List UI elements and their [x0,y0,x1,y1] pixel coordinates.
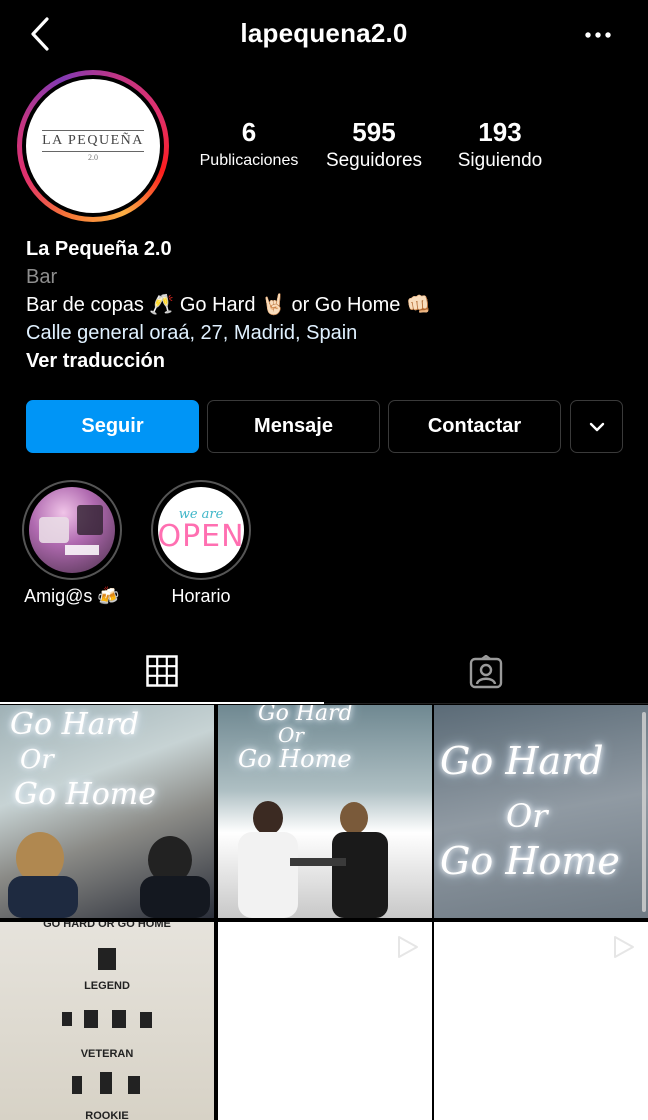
profile-bio: La Pequeña 2.0 Bar Bar de copas 🥂 Go Har… [26,235,626,375]
post-people-image [8,832,210,918]
neon-line: Go Hard [258,705,353,726]
bio-category: Bar [26,266,58,288]
bio-text: Bar de copas 🥂 Go Hard 🤘🏻 or Go Home 👊🏻 [26,294,431,316]
highlight-friends-image [29,487,115,573]
profile-tabs [0,640,648,704]
post-thumbnail[interactable] [434,922,648,1120]
see-translation-link[interactable]: Ver traducción [26,347,626,375]
tagged-person-icon [469,654,503,688]
neon-line: Go Home [238,745,352,773]
bio-name: La Pequeña 2.0 [26,238,172,260]
highlight-friends[interactable]: Amig@s 🍻 [22,480,122,607]
following-label: Siguiendo [457,150,543,171]
friends-photo-icon [39,505,103,555]
post-thumbnail[interactable]: Go Hard Or Go Home [218,705,432,918]
neon-line: Go Home [14,777,156,812]
suggested-accounts-button[interactable] [570,400,623,453]
post-thumbnail[interactable] [218,922,432,1120]
poster-glasses-image [62,948,152,1094]
highlight-ring: we are OPEN [151,480,251,580]
highlight-friends-label: Amig@s 🍻 [24,586,120,606]
avatar-gap: LA PEQUEÑA 2.0 [22,75,164,217]
avatar-logo-sub: 2.0 [88,153,98,162]
contact-button[interactable]: Contactar [388,400,561,453]
profile-stats: 6 Publicaciones 595 Seguidores 193 Sigui… [190,116,560,176]
tab-posts[interactable] [0,640,324,704]
follow-button[interactable]: Seguir [26,400,199,453]
post-thumbnail[interactable]: Go Hard Or Go Home [0,705,214,918]
neon-line: Go Hard [440,739,604,783]
post-thumbnail[interactable]: Go Hard Or Go Home [434,705,648,918]
avatar-story-ring: LA PEQUEÑA 2.0 [17,70,169,222]
neon-line: Go Home [440,839,620,883]
stat-following[interactable]: 193 Siguiendo [442,116,558,174]
top-bar: lapequena2.0 [0,0,648,72]
highlight-ring [22,480,122,580]
neon-line: Or [20,745,54,775]
video-icon [398,936,418,958]
scrollbar[interactable] [642,712,646,912]
following-count: 193 [478,117,522,147]
chevron-down-icon [589,422,604,431]
highlight-hours[interactable]: we are OPEN Horario [151,480,251,607]
open-text: OPEN [158,518,244,554]
stat-followers[interactable]: 595 Seguidores [316,116,432,174]
neon-line: Go Hard [10,707,140,742]
avatar[interactable]: LA PEQUEÑA 2.0 [26,79,160,213]
more-horizontal-icon [585,32,611,38]
publications-label: Publicaciones [199,152,299,169]
neon-line: Or [278,723,304,747]
highlight-hours-image: we are OPEN [158,487,244,573]
video-icon [614,936,634,958]
message-button[interactable]: Mensaje [207,400,380,453]
more-options-button[interactable] [578,20,618,50]
post-people-image [238,801,388,918]
posts-grid: Go Hard Or Go Home Go Hard Or Go Home Go… [0,705,648,1120]
followers-label: Seguidores [325,150,423,171]
publications-count: 6 [241,117,257,147]
profile-username: lapequena2.0 [240,18,408,48]
stat-publications[interactable]: 6 Publicaciones [190,116,308,174]
neon-line: Or [506,797,548,835]
followers-count: 595 [352,117,396,147]
avatar-logo-text: LA PEQUEÑA [42,130,144,152]
bio-address-link[interactable]: Calle general oraá, 27, Madrid, Spain [26,319,626,347]
tab-tagged[interactable] [324,640,648,704]
highlight-hours-label: Horario [171,586,231,606]
grid-icon [146,655,178,687]
post-thumbnail[interactable]: GO HARD OR GO HOME LEGEND VETERAN ROOKIE [0,922,214,1120]
